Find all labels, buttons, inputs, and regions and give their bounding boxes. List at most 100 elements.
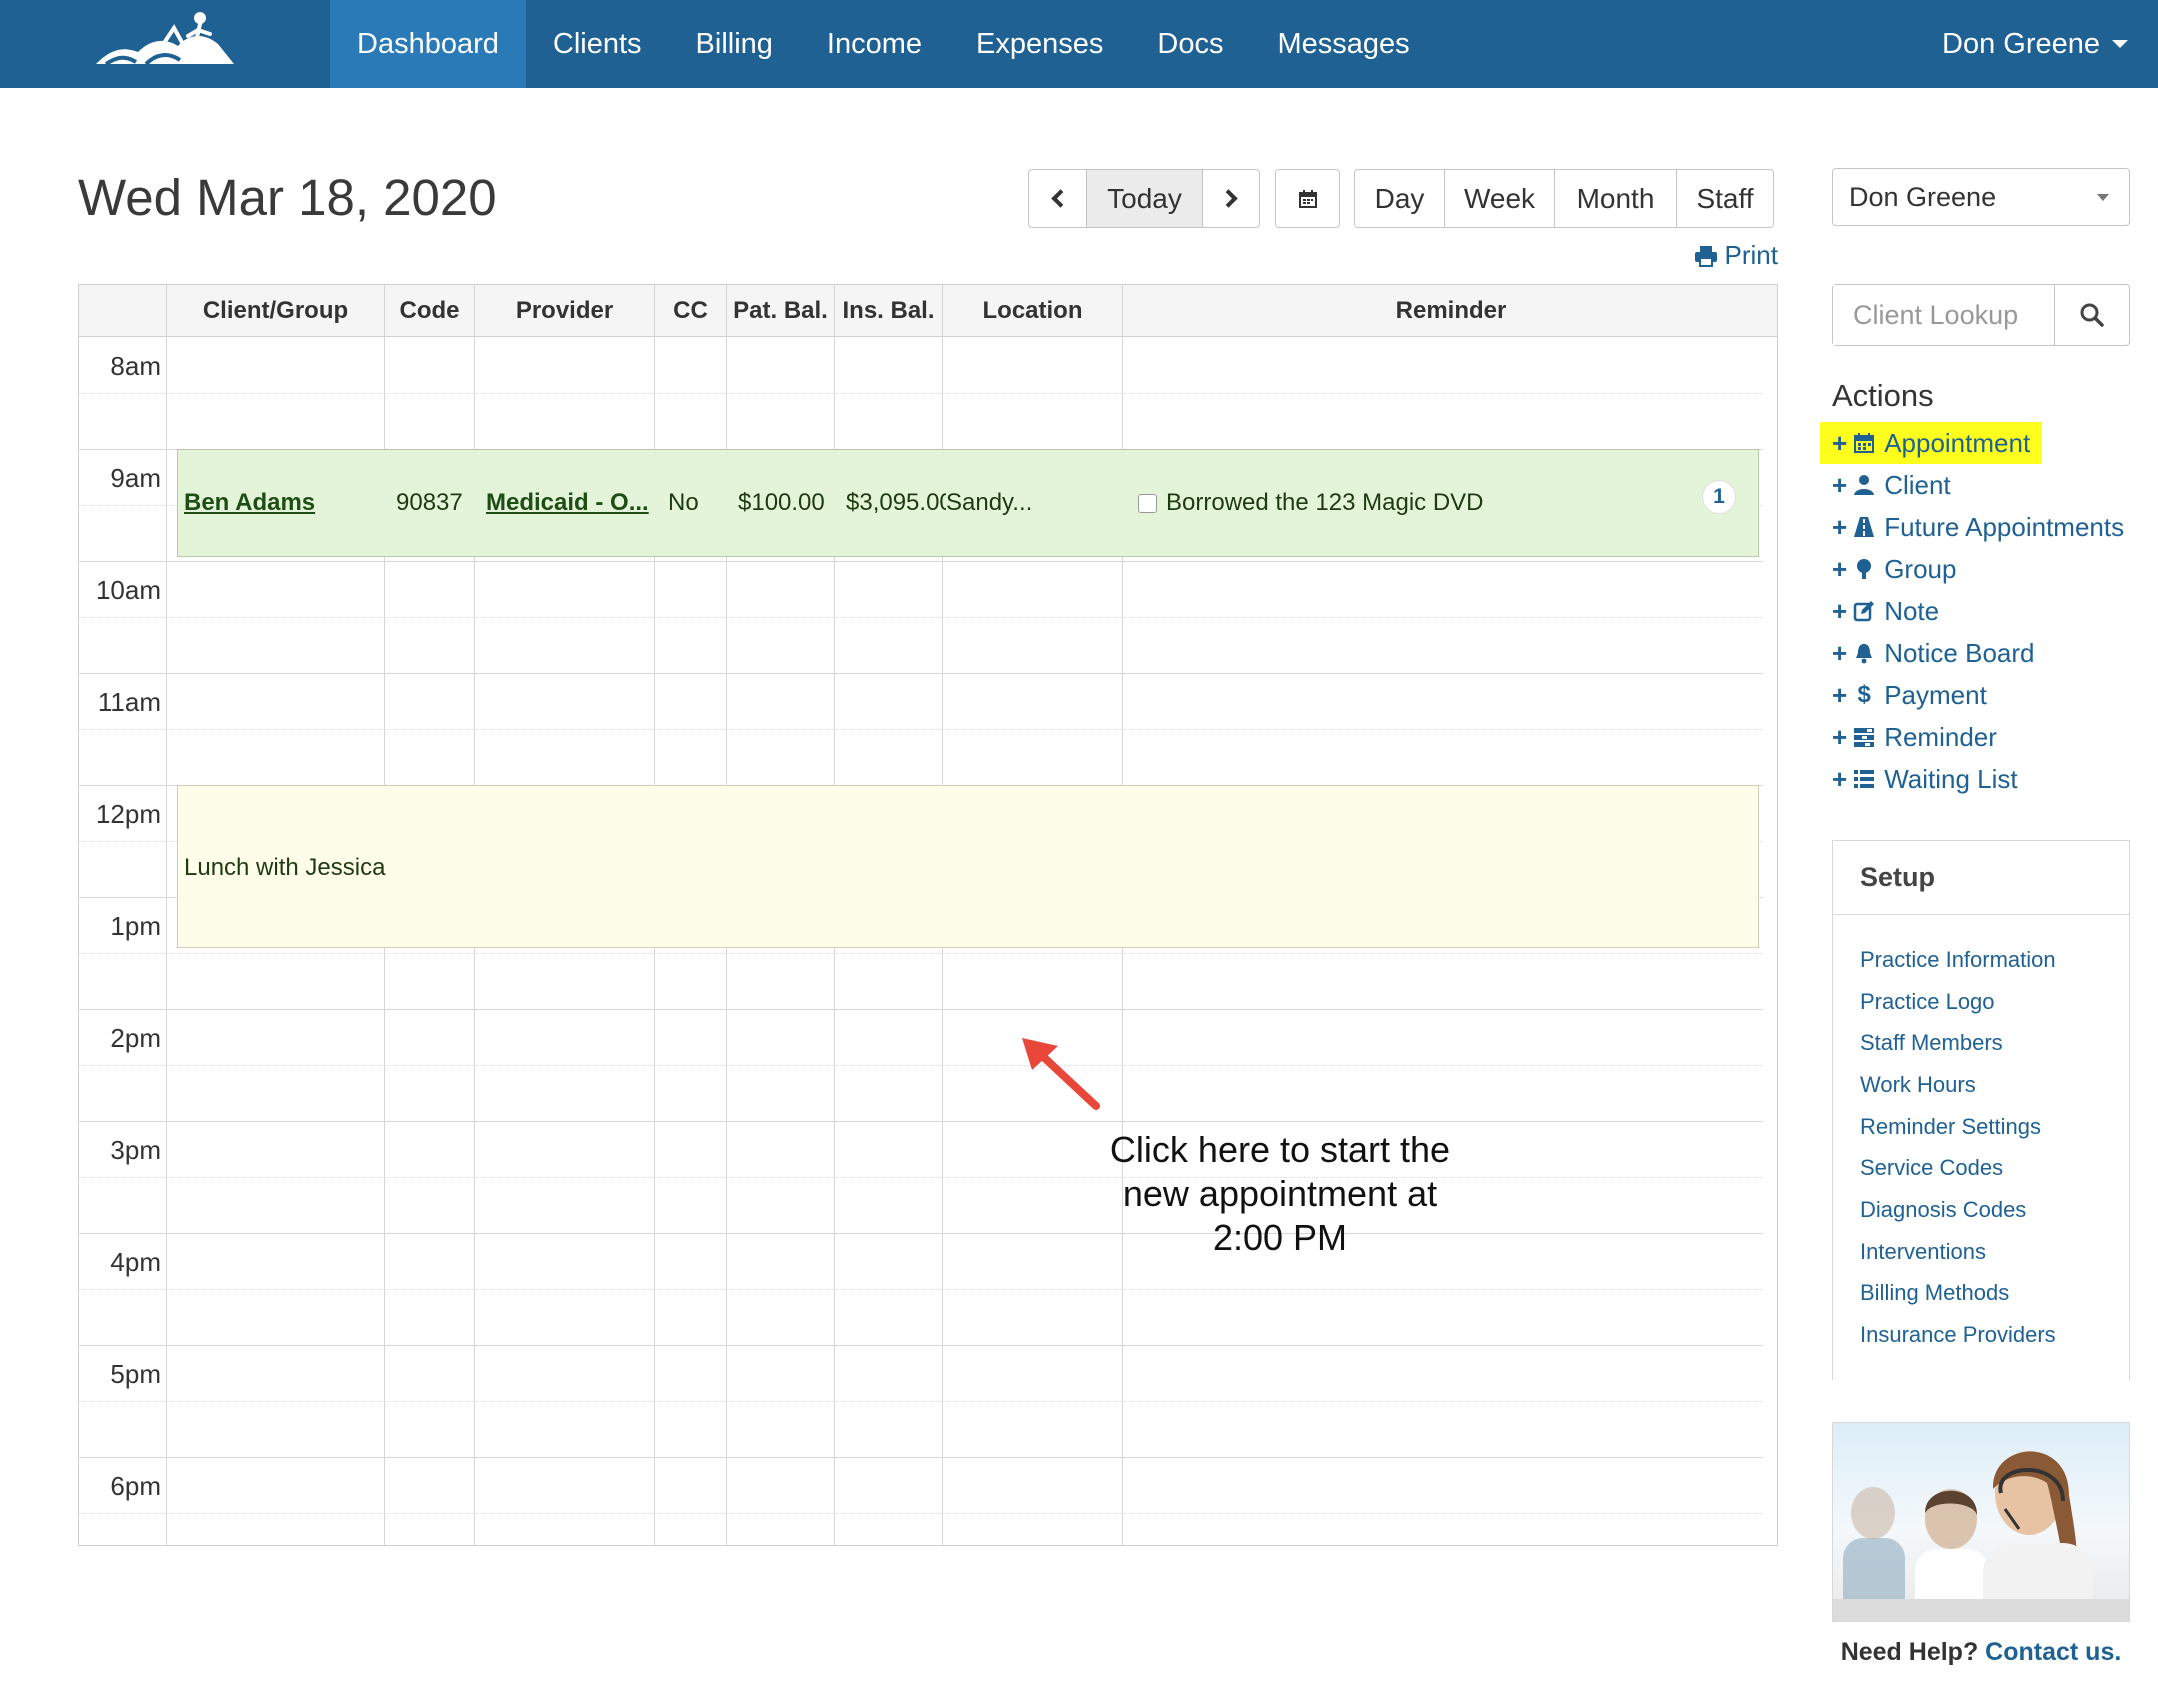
setup-link-billing-methods[interactable]: Billing Methods — [1860, 1273, 2129, 1315]
annotation-text: Click here to start the new appointment … — [1090, 1128, 1470, 1260]
setup-link-staff-members[interactable]: Staff Members — [1860, 1022, 2129, 1064]
appointment-location: Sandy... — [946, 489, 1033, 516]
column-header-location: Location — [982, 297, 1083, 324]
prev-day-button[interactable] — [1029, 170, 1087, 227]
nav-expenses[interactable]: Expenses — [949, 0, 1130, 88]
action-label: Waiting List — [1884, 763, 2018, 794]
appointment-reminder: Borrowed the 123 Magic DVD — [1138, 450, 1698, 556]
setup-link-service-codes[interactable]: Service Codes — [1860, 1147, 2129, 1189]
plus-icon: + — [1832, 469, 1848, 500]
action-add-client[interactable]: + Client — [1820, 464, 2150, 506]
plus-icon: + — [1832, 553, 1848, 584]
nav-billing[interactable]: Billing — [669, 0, 800, 88]
lunch-event-block[interactable]: Lunch with Jessica — [177, 785, 1759, 948]
setup-link-insurance-providers[interactable]: Insurance Providers — [1860, 1314, 2129, 1356]
datepicker-button[interactable] — [1276, 170, 1339, 227]
contact-us-link[interactable]: Contact us. — [1985, 1638, 2121, 1666]
view-day-button[interactable]: Day — [1355, 170, 1445, 227]
action-label: Appointment — [1884, 427, 2031, 458]
main-nav: Dashboard Clients Billing Income Expense… — [330, 0, 1437, 88]
user-icon — [1851, 472, 1877, 498]
lunch-event-title: Lunch with Jessica — [184, 854, 386, 881]
day-calendar: Client/Group Code Provider CC Pat. Bal. … — [78, 284, 1778, 1546]
reminder-checkbox[interactable] — [1138, 493, 1157, 513]
actions-title: Actions — [1832, 378, 1934, 413]
timeslot-2pm[interactable] — [167, 1009, 1763, 1121]
action-notice-board[interactable]: + Notice Board — [1820, 632, 2150, 674]
appointment-block[interactable]: Ben Adams 90837 Medicaid - O... No $100.… — [177, 449, 1759, 557]
today-button[interactable]: Today — [1087, 170, 1203, 227]
client-link[interactable]: Ben Adams — [184, 489, 315, 517]
help-text: Need Help? Contact us. — [1832, 1638, 2130, 1667]
nav-messages[interactable]: Messages — [1250, 0, 1436, 88]
view-week-button[interactable]: Week — [1445, 170, 1555, 227]
plus-icon: + — [1832, 595, 1848, 626]
client-lookup — [1832, 284, 2130, 346]
setup-link-interventions[interactable]: Interventions — [1860, 1231, 2129, 1273]
time-label-1pm: 1pm — [110, 911, 161, 941]
time-label-3pm: 3pm — [110, 1135, 161, 1165]
plus-icon: + — [1832, 763, 1848, 794]
list-icon — [1851, 766, 1877, 792]
help-prefix: Need Help? — [1840, 1638, 1979, 1666]
appointment-provider: Medicaid - O... — [486, 450, 660, 556]
action-add-note[interactable]: + Note — [1820, 590, 2150, 632]
staff-select-value: Don Greene — [1849, 181, 1997, 212]
view-month-button[interactable]: Month — [1555, 170, 1677, 227]
annotation-line-1: Click here to start the — [1109, 1129, 1451, 1170]
column-header-provider: Provider — [515, 297, 614, 324]
nav-docs[interactable]: Docs — [1130, 0, 1250, 88]
action-label: Notice Board — [1884, 637, 2035, 668]
nav-dashboard[interactable]: Dashboard — [330, 0, 526, 88]
setup-link-reminder-settings[interactable]: Reminder Settings — [1860, 1106, 2129, 1148]
action-label: Payment — [1884, 679, 1987, 710]
action-label: Client — [1884, 469, 1951, 500]
appointment-cc: No — [668, 489, 699, 516]
staff-select[interactable]: Don Greene — [1832, 168, 2130, 226]
setup-links: Practice Information Practice Logo Staff… — [1833, 915, 2129, 1356]
action-future-appointments[interactable]: + Future Appointments — [1820, 506, 2150, 548]
column-header-pat-bal: Pat. Bal. — [733, 297, 828, 324]
next-day-button[interactable] — [1203, 170, 1259, 227]
setup-link-work-hours[interactable]: Work Hours — [1860, 1064, 2129, 1106]
provider-link[interactable]: Medicaid - O... — [486, 489, 649, 517]
action-waiting-list[interactable]: + Waiting List — [1820, 758, 2150, 800]
nav-income[interactable]: Income — [800, 0, 949, 88]
action-add-appointment[interactable]: + Appointment — [1820, 422, 2042, 464]
nav-clients[interactable]: Clients — [526, 0, 669, 88]
chevron-left-icon — [1050, 189, 1070, 208]
user-menu[interactable]: Don Greene — [1942, 0, 2128, 88]
appointment-pat-bal: $100.00 — [738, 489, 825, 516]
action-label: Note — [1884, 595, 1940, 626]
client-lookup-input[interactable] — [1833, 285, 2055, 345]
actions-list: + Appointment + Client + Future Appointm… — [1820, 422, 2150, 800]
setup-link-practice-information[interactable]: Practice Information — [1860, 939, 2129, 981]
plus-icon: + — [1832, 511, 1848, 542]
view-staff-button[interactable]: Staff — [1677, 170, 1773, 227]
print-link[interactable]: Print — [1694, 240, 1778, 271]
time-label-8am: 8am — [110, 351, 161, 381]
support-photo[interactable] — [1832, 1422, 2130, 1622]
setup-link-diagnosis-codes[interactable]: Diagnosis Codes — [1860, 1189, 2129, 1231]
print-label: Print — [1724, 240, 1778, 270]
plus-icon: + — [1832, 637, 1848, 668]
app-logo[interactable] — [92, 6, 238, 76]
column-header-ins-bal: Ins. Bal. — [842, 297, 935, 324]
client-lookup-button[interactable] — [2055, 285, 2129, 345]
setup-link-practice-logo[interactable]: Practice Logo — [1860, 981, 2129, 1023]
road-icon — [1851, 514, 1877, 540]
appointment-client: Ben Adams — [184, 450, 384, 556]
action-add-group[interactable]: + Group — [1820, 548, 2150, 590]
annotation-line-2: new appointment at — [1122, 1173, 1438, 1214]
print-icon — [1694, 245, 1717, 267]
chevron-right-icon — [1219, 189, 1238, 208]
action-label: Reminder — [1884, 721, 1997, 752]
column-header-client: Client/Group — [202, 297, 349, 324]
action-add-reminder[interactable]: + Reminder — [1820, 716, 2150, 758]
annotation-arrow-icon — [1022, 1038, 1100, 1110]
time-label-5pm: 5pm — [110, 1359, 161, 1389]
plus-icon: + — [1832, 427, 1848, 458]
action-label: Future Appointments — [1884, 511, 2125, 542]
action-add-payment[interactable]: + $ Payment — [1820, 674, 2150, 716]
bell-icon — [1851, 640, 1877, 666]
